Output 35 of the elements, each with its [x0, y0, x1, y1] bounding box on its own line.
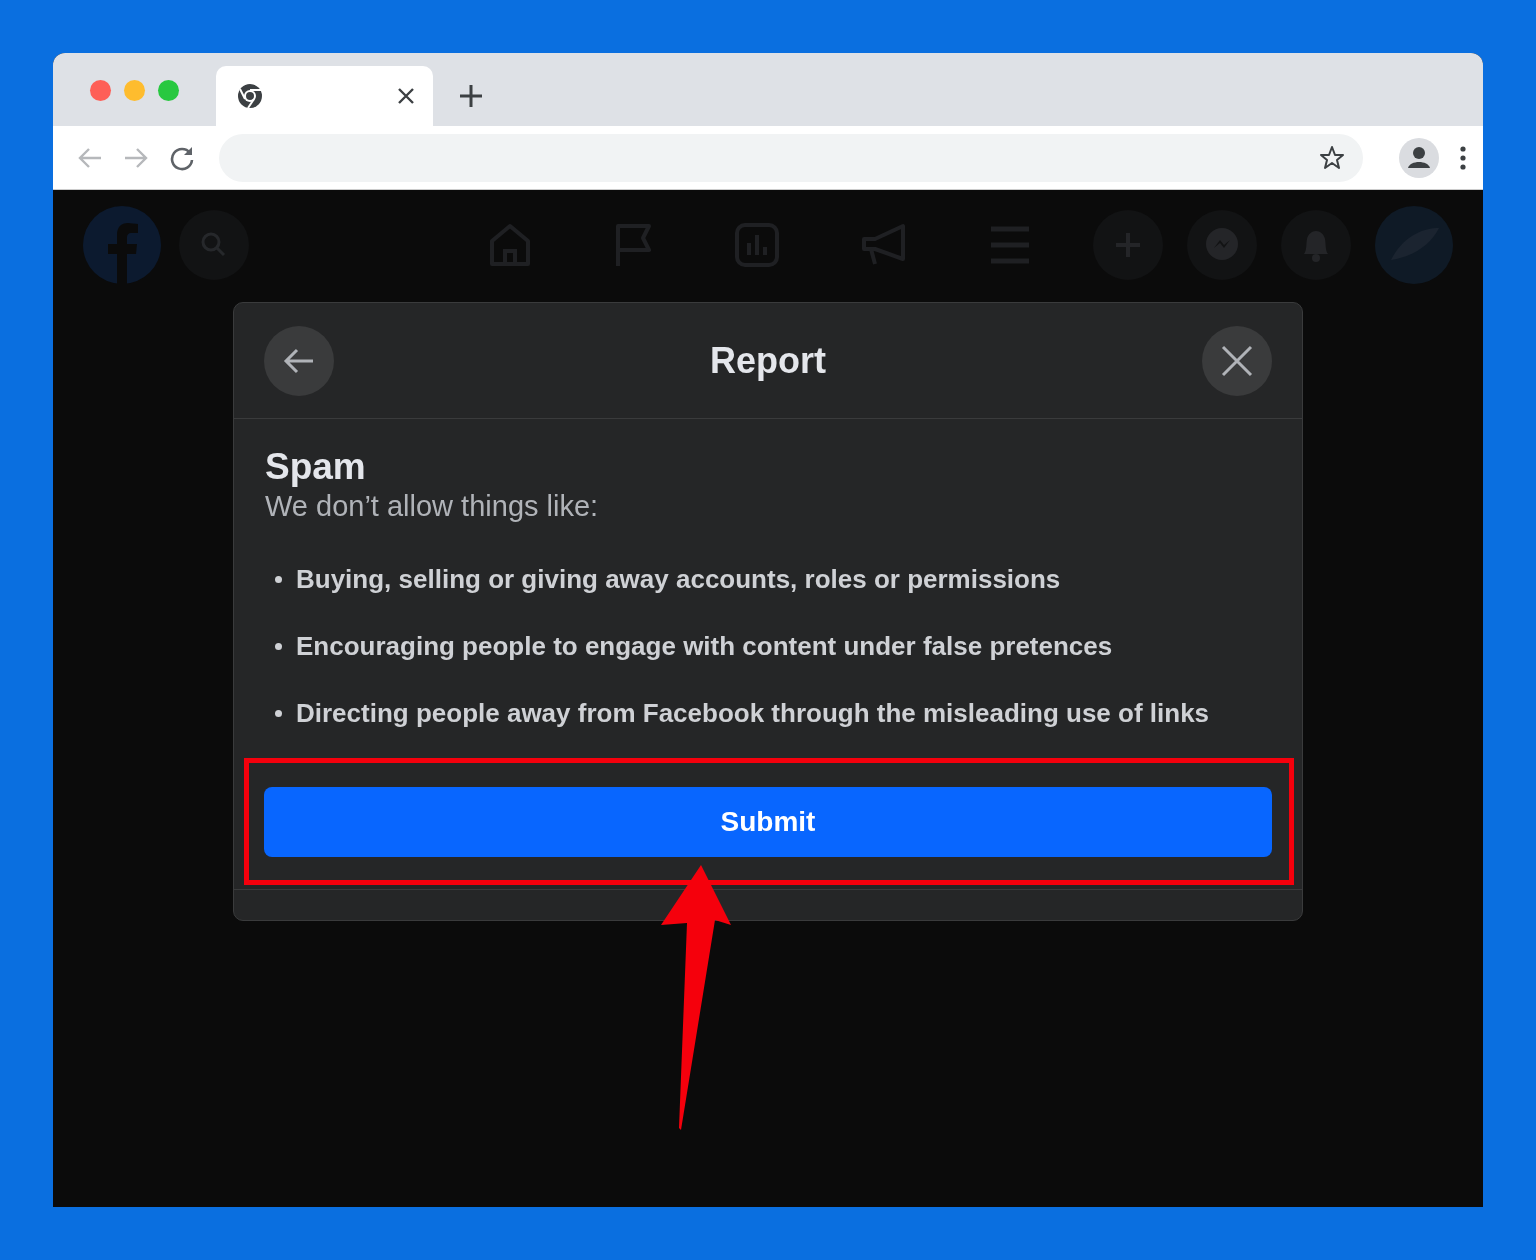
forward-arrow-icon[interactable]	[123, 145, 149, 170]
rule-item: Encouraging people to engage with content under false pretences	[296, 630, 1113, 664]
report-heading: Spam	[265, 445, 367, 489]
chrome-icon	[236, 82, 264, 110]
report-subtitle: We don’t allow things like:	[265, 489, 600, 525]
flag-icon[interactable]	[613, 222, 653, 268]
dialog-title: Report	[710, 338, 826, 383]
search-icon[interactable]	[179, 210, 249, 280]
messenger-icon[interactable]	[1187, 210, 1257, 280]
menu-icon[interactable]	[989, 225, 1031, 265]
chart-icon[interactable]	[735, 223, 779, 267]
bell-icon[interactable]	[1281, 210, 1351, 280]
rule-item: Buying, selling or giving away accounts, roles or permissions	[296, 563, 1061, 597]
home-icon[interactable]	[489, 223, 531, 267]
new-tab-icon[interactable]	[459, 84, 483, 108]
profile-avatar-icon[interactable]	[1375, 206, 1453, 284]
submit-button[interactable]: Submit	[264, 787, 1272, 858]
megaphone-icon[interactable]	[861, 223, 907, 267]
back-arrow-icon[interactable]	[77, 145, 103, 170]
star-icon[interactable]	[1319, 144, 1345, 171]
logo-icon[interactable]	[83, 206, 161, 284]
browser-tab[interactable]	[216, 66, 433, 126]
close-window-icon[interactable]	[90, 80, 111, 101]
profile-icon[interactable]	[1399, 137, 1439, 178]
bullet-icon	[275, 575, 282, 583]
close-icon[interactable]	[397, 87, 415, 105]
more-options-icon[interactable]	[1459, 144, 1467, 171]
bullet-icon	[275, 709, 282, 717]
rule-item: Directing people away from Facebook through the misleading use of links	[296, 697, 1210, 731]
maximize-window-icon[interactable]	[158, 80, 179, 101]
back-arrow-icon	[283, 347, 315, 374]
minimize-window-icon[interactable]	[124, 80, 145, 101]
plus-icon[interactable]	[1093, 210, 1163, 280]
bullet-icon	[275, 642, 282, 650]
close-icon	[1221, 344, 1253, 377]
